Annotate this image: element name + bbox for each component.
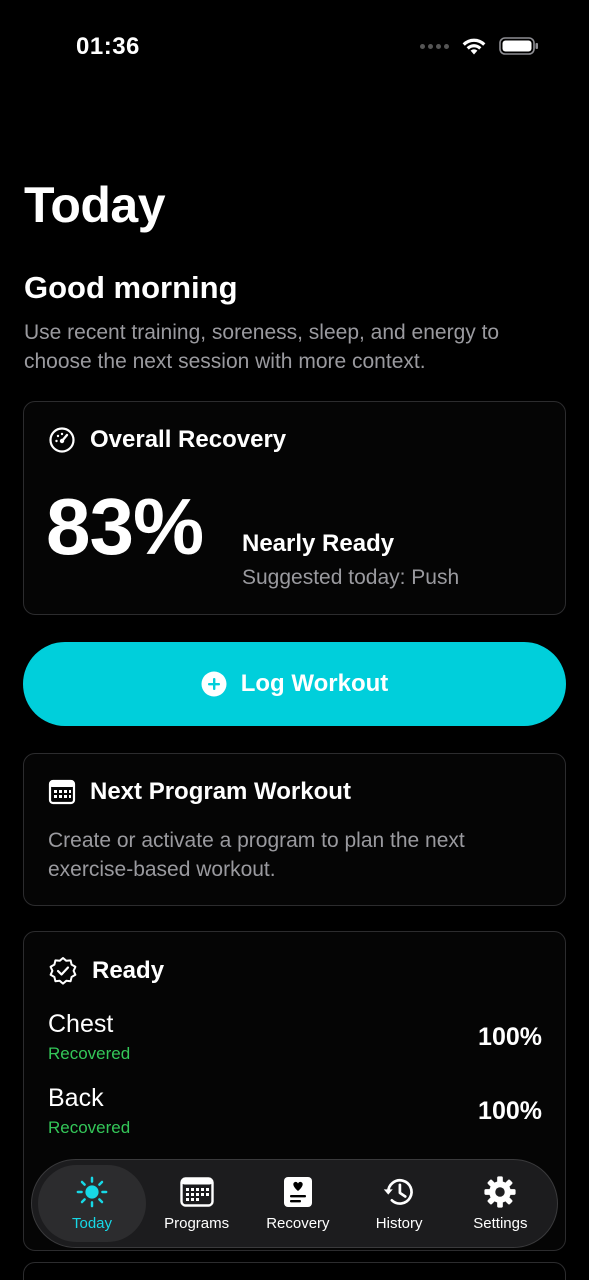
checkmark-seal-icon (49, 957, 77, 985)
muscle-status: Recovered (48, 1044, 131, 1063)
cellular-signal-icon (420, 43, 449, 49)
greeting: Good morning (24, 270, 238, 305)
history-icon (382, 1175, 416, 1209)
overall-recovery-card[interactable]: Overall Recovery 83% Nearly Ready Sugges… (23, 401, 566, 615)
next-program-title: Next Program Workout (90, 778, 351, 805)
next-program-description: Create or activate a program to plan the… (48, 829, 465, 881)
sun-icon (75, 1175, 109, 1209)
recovery-status: Nearly Ready (242, 530, 395, 557)
next-card-edge (23, 1262, 566, 1280)
card-header: Overall Recovery (48, 426, 286, 454)
gauge-icon (49, 427, 75, 453)
tab-programs[interactable]: Programs (146, 1165, 247, 1242)
status-bar: 01:36 (0, 0, 589, 90)
muscle-percent: 100% (478, 1097, 542, 1125)
muscle-name: Back (48, 1084, 104, 1112)
card-header: Ready (48, 956, 164, 986)
calendar-icon (48, 779, 76, 805)
muscle-status: Recovered (48, 1118, 131, 1137)
plus-circle-icon (201, 671, 227, 697)
greeting-subtitle: Use recent training, soreness, sleep, an… (24, 321, 500, 373)
list-item: Back Recovered 100% (48, 1084, 542, 1144)
recovery-percent: 83% (46, 482, 204, 571)
log-workout-button[interactable]: Log Workout (23, 642, 566, 726)
tab-history[interactable]: History (349, 1165, 450, 1242)
battery-icon (499, 37, 538, 55)
muscle-percent: 100% (478, 1023, 542, 1051)
tab-label: Settings (473, 1215, 528, 1232)
tab-settings[interactable]: Settings (450, 1165, 551, 1242)
card-header: Next Program Workout (48, 778, 351, 806)
status-icons (420, 36, 539, 56)
suggested-workout: Suggested today: Push (242, 566, 460, 589)
tab-label: Today (71, 1215, 113, 1232)
calendar-icon (179, 1175, 214, 1209)
ready-card-title: Ready (92, 957, 165, 984)
tab-label: Programs (164, 1215, 230, 1232)
list-item: Chest Recovered 100% (48, 1010, 542, 1070)
next-program-card[interactable]: Next Program Workout Create or activate … (23, 753, 566, 906)
tab-today[interactable]: Today (38, 1165, 146, 1242)
log-workout-label: Log Workout (240, 670, 389, 697)
wifi-icon (462, 38, 486, 55)
page-title: Today (24, 177, 166, 233)
tab-recovery[interactable]: Recovery (247, 1165, 348, 1242)
muscle-name: Chest (48, 1010, 114, 1038)
gear-icon (483, 1175, 517, 1209)
tab-label: History (375, 1215, 423, 1232)
tab-label: Recovery (266, 1215, 330, 1232)
recovery-card-title: Overall Recovery (90, 426, 287, 453)
tab-bar: Today Programs Recovery History Settings (31, 1159, 558, 1248)
heart-clipboard-icon (281, 1175, 315, 1209)
status-time: 01:36 (76, 33, 140, 60)
